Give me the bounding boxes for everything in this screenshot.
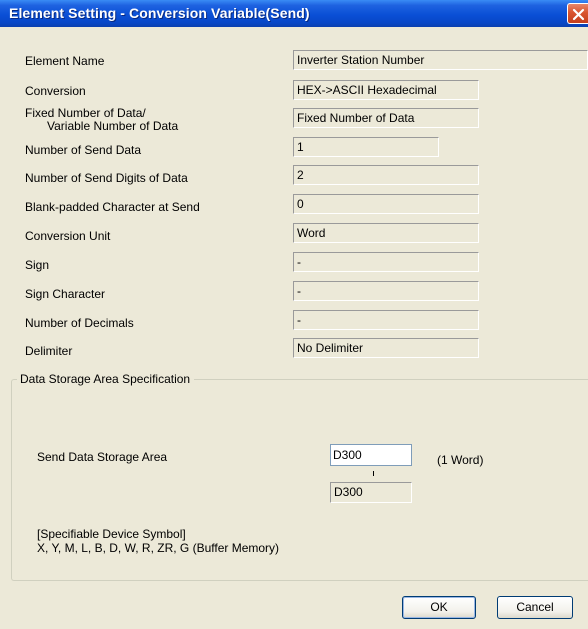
conversion-unit-field: Word [293,223,479,243]
fixed-variable-label-line2: Variable Number of Data [47,119,179,133]
ok-button[interactable]: OK [402,596,476,619]
sign-character-label: Sign Character [25,287,106,301]
send-area-label: Send Data Storage Area [37,450,168,464]
dialog-title: Element Setting - Conversion Variable(Se… [9,5,310,21]
element-name-field: Inverter Station Number [293,50,588,70]
unit-note: (1 Word) [437,453,484,467]
delimiter-label: Delimiter [25,344,73,358]
conversion-unit-label: Conversion Unit [25,229,111,243]
device-symbol-list: X, Y, M, L, B, D, W, R, ZR, G (Buffer Me… [37,541,280,555]
send-area-input[interactable] [330,444,412,466]
fixed-variable-field: Fixed Number of Data [293,108,479,128]
dialog-window: Element Setting - Conversion Variable(Se… [0,0,588,629]
sign-field: - [293,252,479,272]
blank-padded-field: 0 [293,194,479,214]
element-name-label: Element Name [25,54,105,68]
send-digits-field: 2 [293,165,479,185]
conversion-label: Conversion [25,84,86,98]
decimals-field: - [293,310,479,330]
conversion-field: HEX->ASCII Hexadecimal [293,80,479,100]
fixed-variable-label-line1: Fixed Number of Data/ [25,106,146,120]
delimiter-field: No Delimiter [293,338,479,358]
sign-character-field: - [293,281,479,301]
send-data-count-field: 1 [293,137,439,157]
close-icon [572,8,585,21]
send-digits-label: Number of Send Digits of Data [25,171,188,185]
decimals-label: Number of Decimals [25,316,134,330]
sign-label: Sign [25,258,50,272]
storage-group-title: Data Storage Area Specification [17,372,195,386]
range-value-field: D300 [330,482,412,503]
range-connector [373,471,374,476]
send-data-count-label: Number of Send Data [25,143,142,157]
cancel-button[interactable]: Cancel [497,596,573,619]
device-symbol-title: [Specifiable Device Symbol] [37,527,186,541]
title-bar[interactable]: Element Setting - Conversion Variable(Se… [0,0,588,27]
blank-padded-label: Blank-padded Character at Send [25,200,200,214]
close-button[interactable] [567,3,588,24]
